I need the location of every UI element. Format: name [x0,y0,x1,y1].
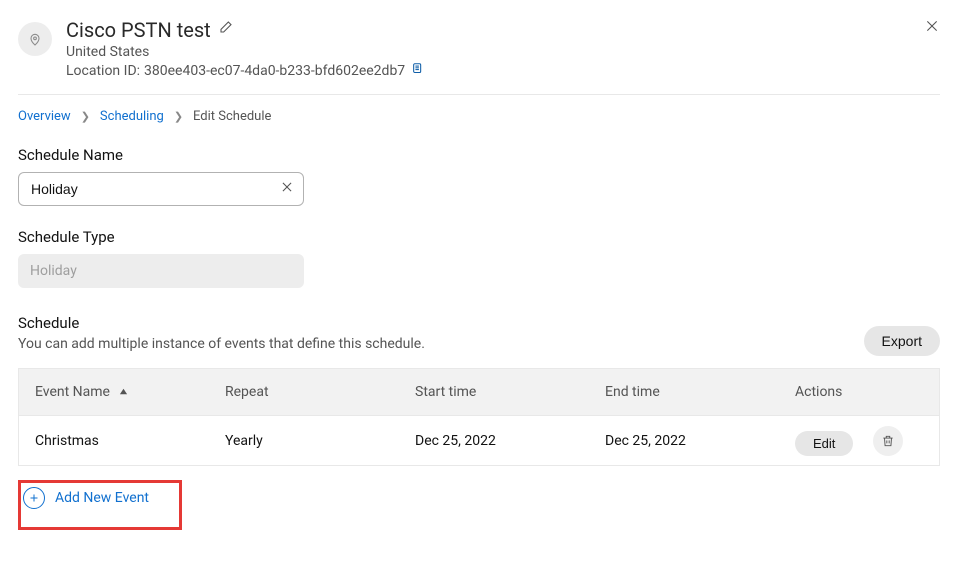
chevron-right-icon: ❯ [174,110,183,123]
cell-repeat: Yearly [209,433,399,449]
col-event-name[interactable]: Event Name [19,384,209,400]
schedule-name-label: Schedule Name [18,146,940,164]
table-header-row: Event Name Repeat Start time End time Ac… [19,369,939,415]
plus-circle-icon [23,487,45,509]
edit-button[interactable]: Edit [795,431,853,456]
schedule-type-readonly: Holiday [18,254,304,288]
add-new-event-button[interactable]: Add New Event [18,480,182,530]
trash-icon [881,434,895,448]
delete-button[interactable] [873,426,903,456]
breadcrumb: Overview ❯ Scheduling ❯ Edit Schedule [18,109,940,124]
location-id-value: 380ee403-ec07-4da0-b233-bfd602ee2db7 [144,63,405,79]
schedule-section-title: Schedule [18,314,425,332]
col-event-name-label: Event Name [35,384,110,400]
edit-title-icon[interactable] [217,20,233,40]
col-start-time[interactable]: Start time [399,384,589,400]
col-repeat[interactable]: Repeat [209,384,399,400]
cell-event-name: Christmas [19,433,209,449]
events-table: Event Name Repeat Start time End time Ac… [18,368,940,466]
schedule-type-label: Schedule Type [18,228,940,246]
breadcrumb-scheduling[interactable]: Scheduling [100,109,164,124]
location-id-label: Location ID: [66,63,140,79]
schedule-section-desc: You can add multiple instance of events … [18,336,425,352]
export-button[interactable]: Export [864,326,940,356]
location-pin-icon [18,22,52,56]
close-icon[interactable] [924,18,940,38]
breadcrumb-current: Edit Schedule [193,109,271,124]
col-actions: Actions [779,384,939,400]
page-title: Cisco PSTN test [66,18,211,42]
schedule-name-input[interactable] [18,172,304,206]
country-label: United States [66,44,423,60]
copy-location-id-icon[interactable] [409,62,423,80]
cell-end-time: Dec 25, 2022 [589,433,779,449]
cell-actions: Edit [779,426,939,456]
sort-asc-icon [119,384,128,400]
clear-input-icon[interactable] [280,180,294,198]
table-row: Christmas Yearly Dec 25, 2022 Dec 25, 20… [19,415,939,465]
add-new-event-label: Add New Event [55,490,149,506]
col-end-time[interactable]: End time [589,384,779,400]
page-header: Cisco PSTN test United States Location I… [18,18,940,95]
breadcrumb-overview[interactable]: Overview [18,109,71,124]
cell-start-time: Dec 25, 2022 [399,433,589,449]
chevron-right-icon: ❯ [81,110,90,123]
